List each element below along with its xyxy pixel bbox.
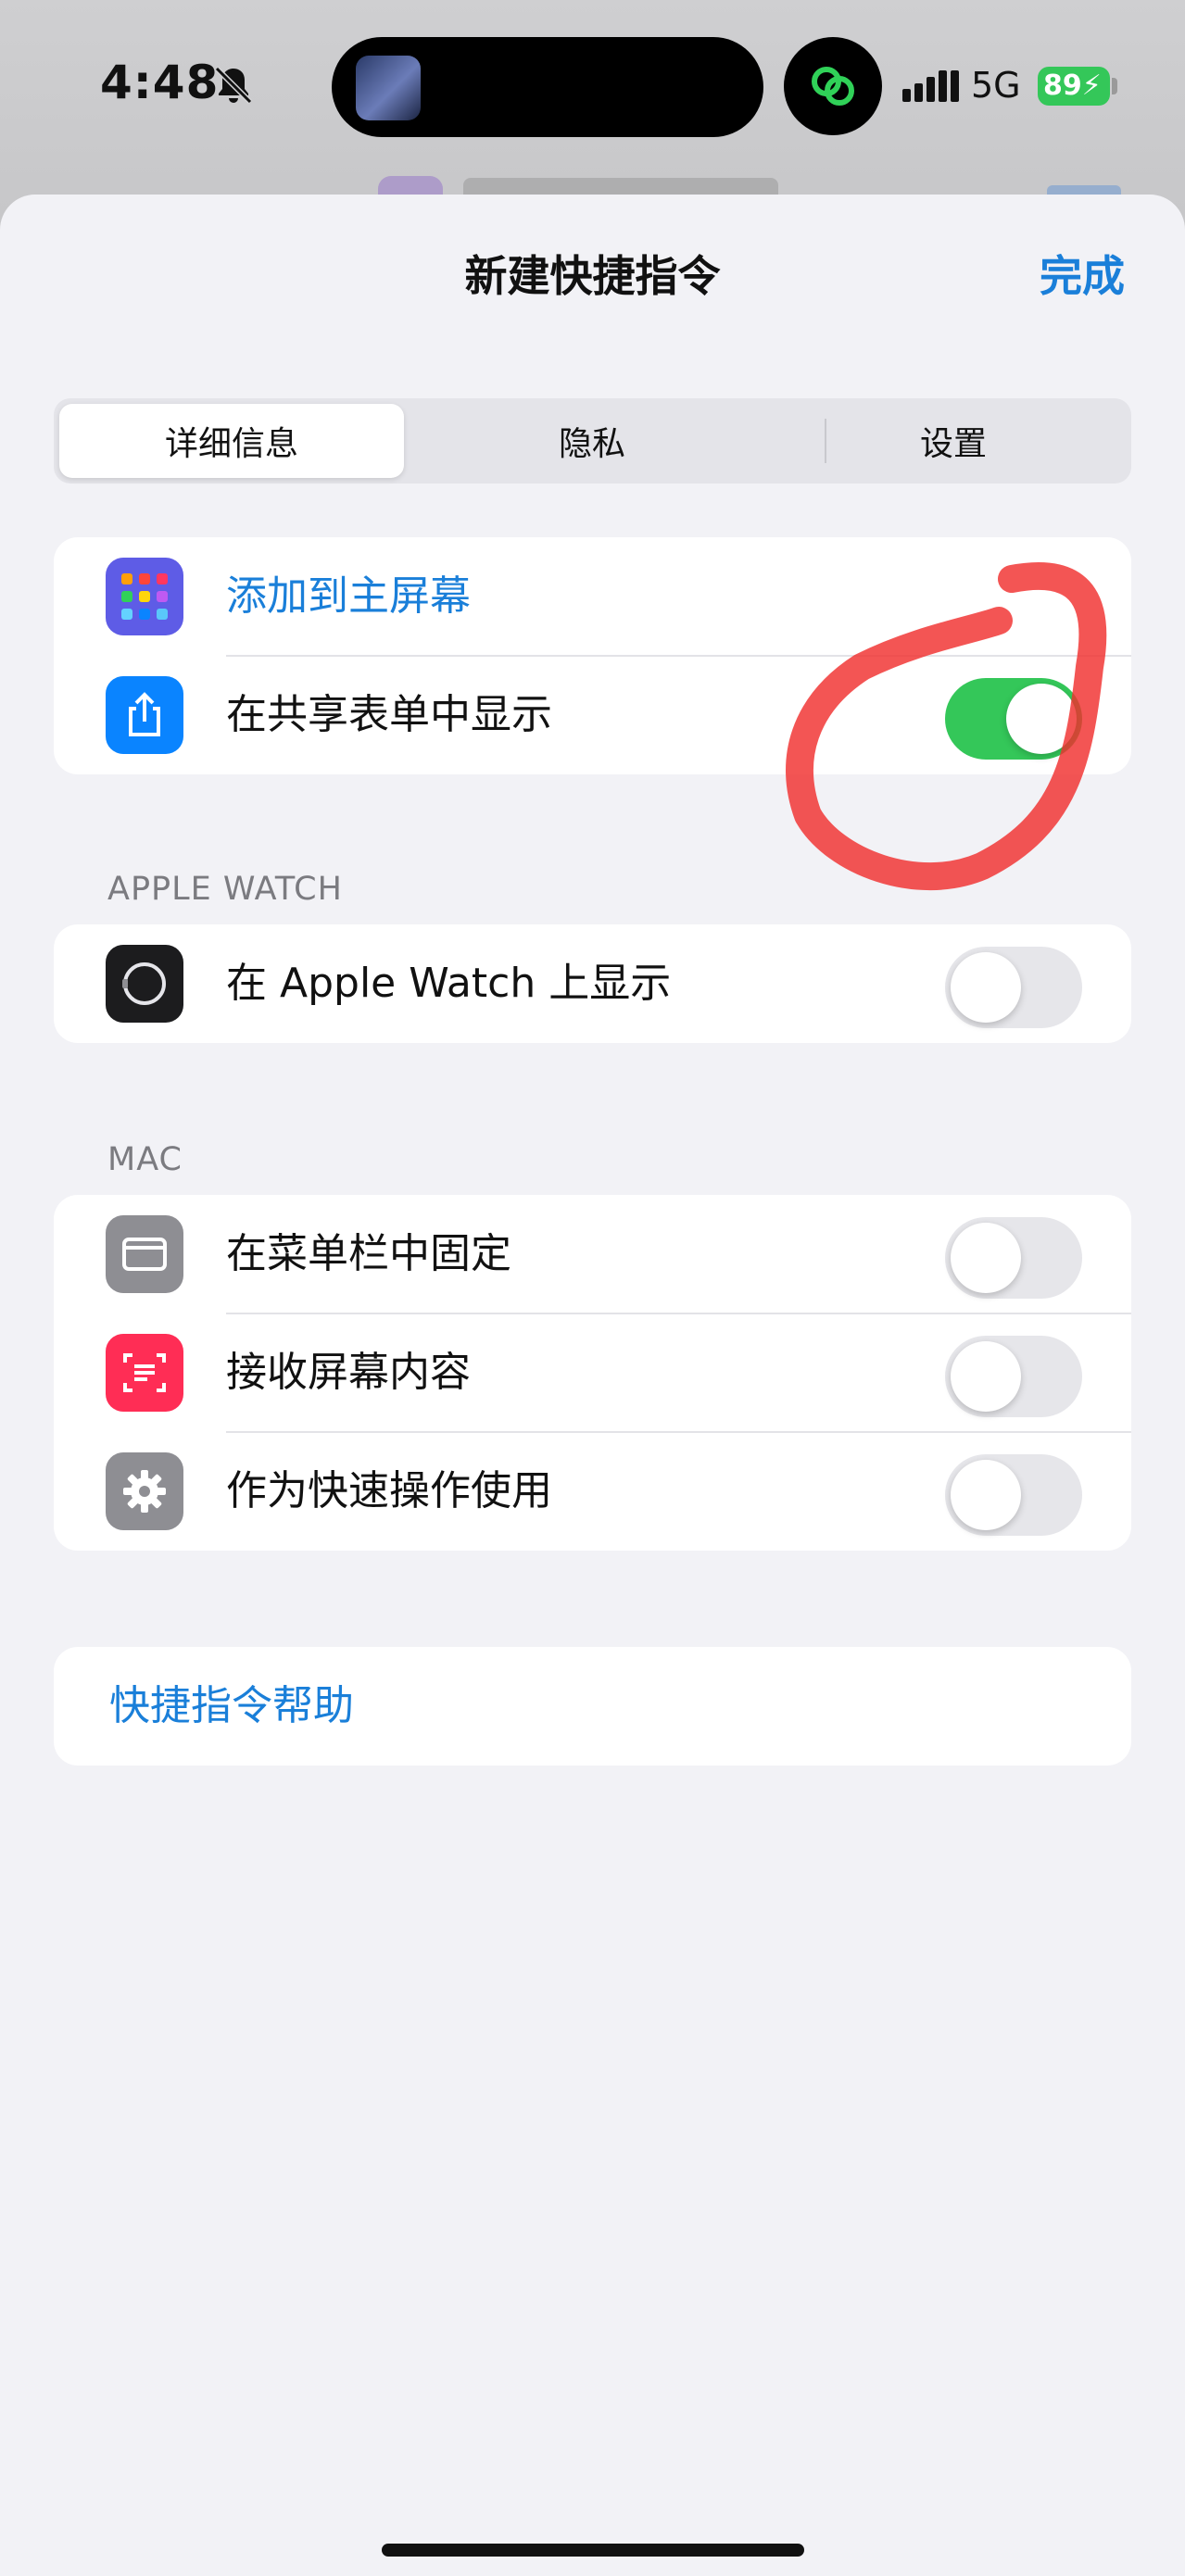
add-to-home-row[interactable]: 添加到主屏幕: [54, 537, 1131, 656]
general-card: 添加到主屏幕 在共享表单中显示: [54, 537, 1131, 774]
toggle-knob: [951, 1460, 1021, 1530]
charging-bolt-icon: ⚡: [1081, 69, 1102, 102]
toggle-knob: [1006, 684, 1077, 754]
share-icon: [106, 676, 183, 754]
menubar-row: 在菜单栏中固定: [54, 1195, 1131, 1313]
page-title: 新建快捷指令: [464, 251, 721, 301]
bell-slash-icon: [214, 66, 253, 105]
quick-action-toggle[interactable]: [945, 1454, 1082, 1536]
section-header-mac: MAC: [107, 1141, 183, 1178]
status-time: 4:48: [100, 56, 220, 109]
mac-card: 在菜单栏中固定 接收屏幕内容 作为快速操作使用: [54, 1195, 1131, 1551]
grid-icon: [106, 558, 183, 635]
signal-icon: [902, 70, 959, 102]
battery-level: 89: [1043, 69, 1082, 102]
battery-tip: [1112, 78, 1117, 94]
watch-icon: [106, 945, 183, 1023]
menubar-icon: [106, 1215, 183, 1293]
segmented-control: 详细信息 隐私 设置: [54, 398, 1131, 484]
quick-action-label: 作为快速操作使用: [226, 1467, 552, 1514]
battery-charging-icon: 89⚡: [1038, 67, 1110, 106]
watch-toggle[interactable]: [945, 947, 1082, 1028]
tab-settings[interactable]: 设置: [781, 404, 1126, 478]
watch-card: 在 Apple Watch 上显示: [54, 924, 1131, 1043]
toggle-knob: [951, 952, 1021, 1023]
menubar-toggle[interactable]: [945, 1217, 1082, 1299]
help-card: 快捷指令帮助: [54, 1647, 1131, 1766]
section-header-watch: APPLE WATCH: [107, 871, 343, 908]
add-to-home-label: 添加到主屏幕: [226, 572, 471, 620]
home-indicator[interactable]: [382, 2544, 804, 2557]
shortcuts-help-link[interactable]: 快捷指令帮助: [109, 1647, 354, 1766]
now-playing-artwork[interactable]: [356, 56, 421, 120]
link-icon: [812, 67, 854, 106]
screen-content-toggle[interactable]: [945, 1336, 1082, 1417]
watch-label: 在 Apple Watch 上显示: [226, 960, 672, 1007]
quick-action-row: 作为快速操作使用: [54, 1432, 1131, 1551]
toggle-knob: [951, 1223, 1021, 1293]
tab-privacy[interactable]: 隐私: [420, 404, 764, 478]
watch-row: 在 Apple Watch 上显示: [54, 924, 1131, 1043]
share-sheet-row: 在共享表单中显示: [54, 656, 1131, 774]
network-type: 5G: [971, 65, 1021, 106]
screen-content-row: 接收屏幕内容: [54, 1313, 1131, 1432]
share-sheet-label: 在共享表单中显示: [226, 691, 552, 738]
gear-icon: [106, 1452, 183, 1530]
share-sheet-toggle[interactable]: [945, 678, 1082, 760]
screen-content-label: 接收屏幕内容: [226, 1349, 471, 1396]
toggle-knob: [951, 1341, 1021, 1412]
done-button[interactable]: 完成: [1040, 243, 1125, 304]
screen-scan-icon: [106, 1334, 183, 1412]
menubar-label: 在菜单栏中固定: [226, 1230, 511, 1277]
tab-details[interactable]: 详细信息: [59, 404, 404, 478]
